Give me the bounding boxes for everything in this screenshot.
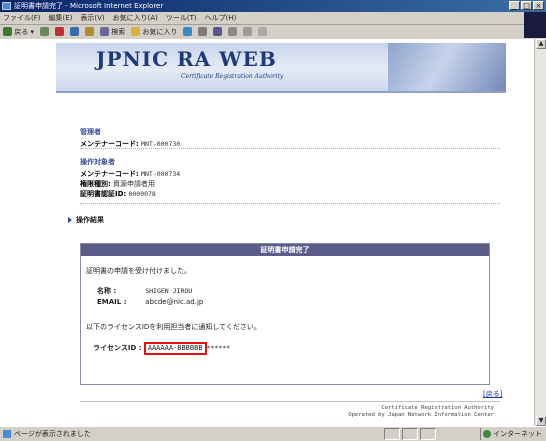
- stop-icon[interactable]: [54, 27, 64, 36]
- license-id-mask: ******: [206, 344, 231, 352]
- email-value: abcde@nic.ad.jp: [145, 298, 204, 306]
- ie-throbber-icon: [524, 12, 546, 38]
- refresh-icon[interactable]: [69, 27, 79, 36]
- operator-heading: 操作対象者: [80, 158, 115, 166]
- menu-file[interactable]: ファイル(F): [3, 13, 41, 23]
- status-cells: [384, 428, 436, 440]
- menu-favorites[interactable]: お気に入り(A): [113, 13, 158, 23]
- back-link[interactable]: [戻る]: [483, 389, 502, 399]
- panel-title: 証明書申請完了: [81, 244, 489, 256]
- back-button[interactable]: 戻る ▾: [3, 27, 34, 37]
- site-subtitle: Certificate Registration Authority: [181, 73, 284, 80]
- home-icon[interactable]: [84, 27, 94, 36]
- result-heading: 操作結果: [68, 215, 104, 225]
- divider: [80, 148, 500, 149]
- admin-maintainer-label: メンテナーコード:: [80, 140, 139, 148]
- admin-section: 管理者 メンテナーコード: MNT-000730: [80, 127, 180, 149]
- accepted-message: 証明書の申請を受け付けました。: [86, 267, 191, 275]
- license-label: ライセンスID :: [93, 344, 142, 352]
- role-value: 資源申請者用: [113, 180, 156, 188]
- triangle-bullet-icon: [68, 217, 72, 223]
- license-id-value: AAAAAA-BBBBBB: [143, 342, 207, 355]
- admin-maintainer-value: MNT-000730: [141, 140, 181, 148]
- forward-arrow-icon[interactable]: [39, 27, 49, 36]
- status-cell: [402, 428, 418, 440]
- operator-maintainer-label: メンテナーコード:: [80, 170, 139, 178]
- footer-line-1: Certificate Registration Authority: [381, 405, 494, 411]
- security-zone: インターネット: [480, 428, 542, 440]
- discuss-icon[interactable]: [243, 27, 253, 36]
- menu-edit[interactable]: 編集(E): [49, 13, 73, 23]
- cert-id-label: 証明書認証ID:: [80, 190, 127, 198]
- favorites-button[interactable]: お気に入り: [131, 27, 177, 37]
- star-icon: [131, 27, 141, 36]
- role-label: 権限種別:: [80, 180, 111, 188]
- footer-line-2: Operated by Japan Network Information Ce…: [348, 412, 494, 418]
- license-row: ライセンスID : AAAAAA-BBBBBB ******: [93, 342, 230, 355]
- operator-section: 操作対象者 メンテナーコード: MNT-000734 権限種別: 資源申請者用 …: [80, 157, 180, 199]
- menu-tools[interactable]: ツール(T): [166, 13, 197, 23]
- window-title: 証明書申請完了 - Microsoft Internet Explorer: [14, 2, 164, 10]
- footer-divider: [80, 401, 500, 402]
- scroll-down-button[interactable]: ▼: [536, 416, 546, 426]
- banner-image: [388, 43, 506, 91]
- menu-help[interactable]: ヘルプ(H): [205, 13, 237, 23]
- status-text: ページが表示されました: [14, 430, 91, 438]
- lock-icon: [420, 428, 436, 440]
- mail-icon[interactable]: [198, 27, 208, 36]
- name-value: SHIGEN JIROU: [145, 287, 193, 295]
- notify-message: 以下のライセンスIDを利用担当者に通知してください。: [86, 323, 261, 331]
- search-button[interactable]: 検索: [99, 27, 125, 37]
- name-label: 名称 :: [97, 287, 117, 295]
- divider: [80, 203, 500, 204]
- scroll-up-button[interactable]: ▲: [536, 39, 546, 49]
- minimize-button[interactable]: _: [509, 1, 520, 10]
- menu-view[interactable]: 表示(V): [80, 13, 104, 23]
- history-icon[interactable]: [183, 27, 193, 36]
- name-row: 名称 : SHIGEN JIROU: [97, 286, 192, 296]
- email-row: EMAIL : abcde@nic.ad.jp: [97, 298, 203, 306]
- footer: Certificate Registration Authority Opera…: [348, 405, 494, 419]
- status-cell: [384, 428, 400, 440]
- edit-icon[interactable]: [228, 27, 238, 36]
- admin-heading: 管理者: [80, 128, 101, 136]
- cert-id-value: 0000078: [128, 190, 156, 198]
- page-icon: [3, 430, 11, 438]
- toolbar: 戻る ▾ 検索 お気に入り: [0, 25, 524, 38]
- menu-bar: ファイル(F) 編集(E) 表示(V) お気に入り(A) ツール(T) ヘルプ(…: [0, 12, 546, 25]
- status-bar: ページが表示されました インターネット: [0, 426, 546, 441]
- maximize-button[interactable]: □: [521, 1, 532, 10]
- back-arrow-icon: [3, 27, 12, 36]
- email-label: EMAIL :: [97, 298, 127, 306]
- vertical-scrollbar[interactable]: ▲ ▼: [534, 39, 546, 426]
- print-icon[interactable]: [213, 27, 223, 36]
- result-panel: 証明書申請完了 証明書の申請を受け付けました。 名称 : SHIGEN JIRO…: [80, 243, 490, 385]
- messenger-icon[interactable]: [258, 27, 268, 36]
- window-titlebar: 証明書申請完了 - Microsoft Internet Explorer _ …: [0, 0, 546, 12]
- ie-icon: [2, 2, 11, 10]
- page-content: JPNIC RA WEB Certificate Registration Au…: [0, 39, 534, 426]
- site-logo: JPNIC RA WEB: [96, 47, 277, 71]
- search-icon: [99, 27, 109, 36]
- operator-maintainer-value: MNT-000734: [141, 170, 181, 178]
- close-button[interactable]: ×: [533, 1, 544, 10]
- site-banner: JPNIC RA WEB Certificate Registration Au…: [56, 43, 506, 93]
